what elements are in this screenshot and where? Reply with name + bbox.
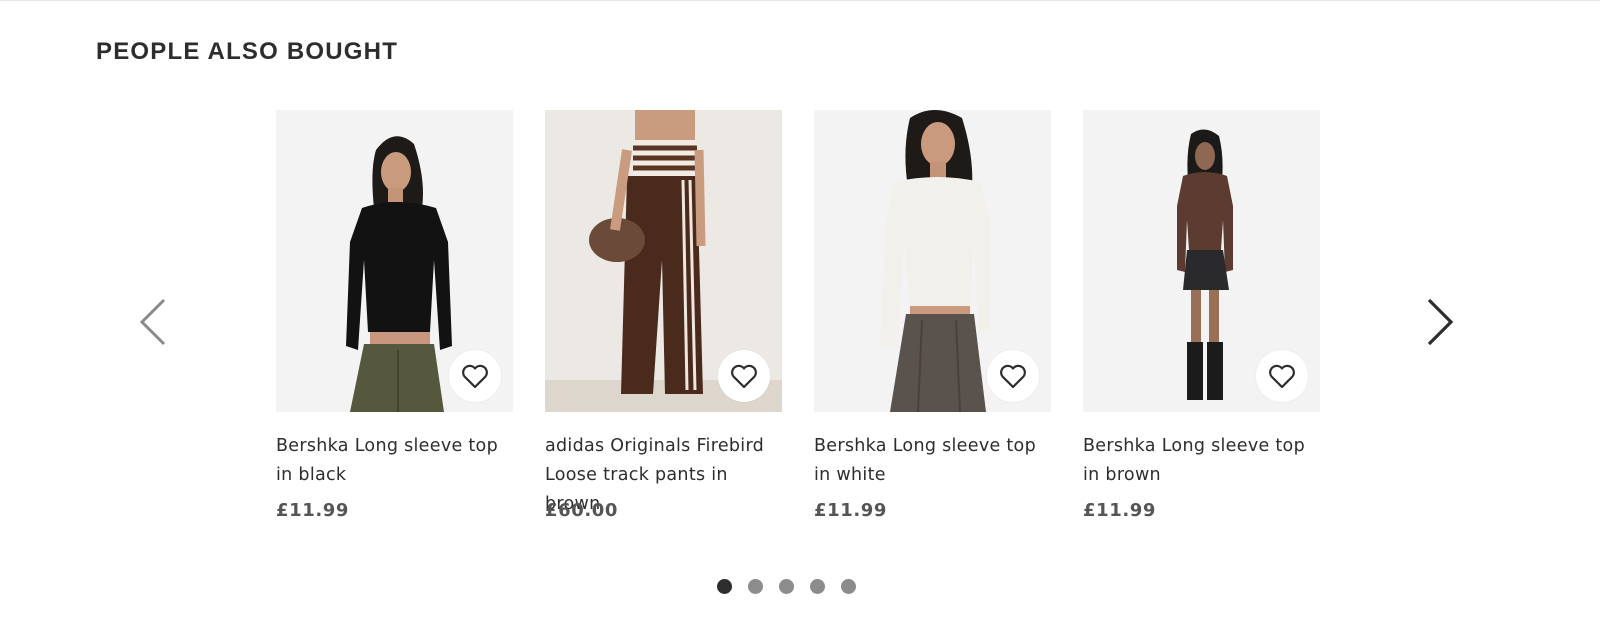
heart-icon bbox=[731, 364, 757, 389]
wishlist-button[interactable] bbox=[449, 350, 501, 402]
wishlist-button[interactable] bbox=[987, 350, 1039, 402]
product-image[interactable] bbox=[276, 110, 513, 412]
product-price: £60.00 bbox=[545, 500, 619, 521]
product-image[interactable] bbox=[814, 110, 1051, 412]
product-name[interactable]: Bershka Long sleeve top in white bbox=[814, 432, 1051, 490]
product-carousel: Bershka Long sleeve top in black £11.99 bbox=[276, 110, 1326, 530]
pagination-dot-4[interactable] bbox=[810, 579, 825, 594]
pagination-dot-2[interactable] bbox=[748, 579, 763, 594]
section-title: PEOPLE ALSO BOUGHT bbox=[96, 38, 399, 65]
pagination-dot-1[interactable] bbox=[717, 579, 732, 594]
heart-icon bbox=[1000, 364, 1026, 389]
pagination-dot-3[interactable] bbox=[779, 579, 794, 594]
wishlist-button[interactable] bbox=[1256, 350, 1308, 402]
top-divider bbox=[0, 0, 1600, 1]
carousel-next-button[interactable] bbox=[1420, 294, 1460, 350]
product-name[interactable]: Bershka Long sleeve top in black bbox=[276, 432, 513, 490]
product-card[interactable]: adidas Originals Firebird Loose track pa… bbox=[545, 110, 782, 530]
product-price: £11.99 bbox=[1083, 500, 1157, 521]
product-card[interactable]: Bershka Long sleeve top in white £11.99 bbox=[814, 110, 1051, 530]
product-card[interactable]: Bershka Long sleeve top in brown £11.99 bbox=[1083, 110, 1320, 530]
carousel-prev-button[interactable] bbox=[133, 294, 173, 350]
product-image[interactable] bbox=[1083, 110, 1320, 412]
heart-icon bbox=[462, 364, 488, 389]
chevron-right-icon bbox=[1427, 298, 1454, 346]
product-name[interactable]: Bershka Long sleeve top in brown bbox=[1083, 432, 1320, 490]
wishlist-button[interactable] bbox=[718, 350, 770, 402]
carousel-pagination bbox=[717, 579, 856, 595]
chevron-left-icon bbox=[139, 298, 166, 346]
product-card[interactable]: Bershka Long sleeve top in black £11.99 bbox=[276, 110, 513, 530]
product-image[interactable] bbox=[545, 110, 782, 412]
pagination-dot-5[interactable] bbox=[841, 579, 856, 594]
heart-icon bbox=[1269, 364, 1295, 389]
product-price: £11.99 bbox=[276, 500, 350, 521]
product-price: £11.99 bbox=[814, 500, 888, 521]
